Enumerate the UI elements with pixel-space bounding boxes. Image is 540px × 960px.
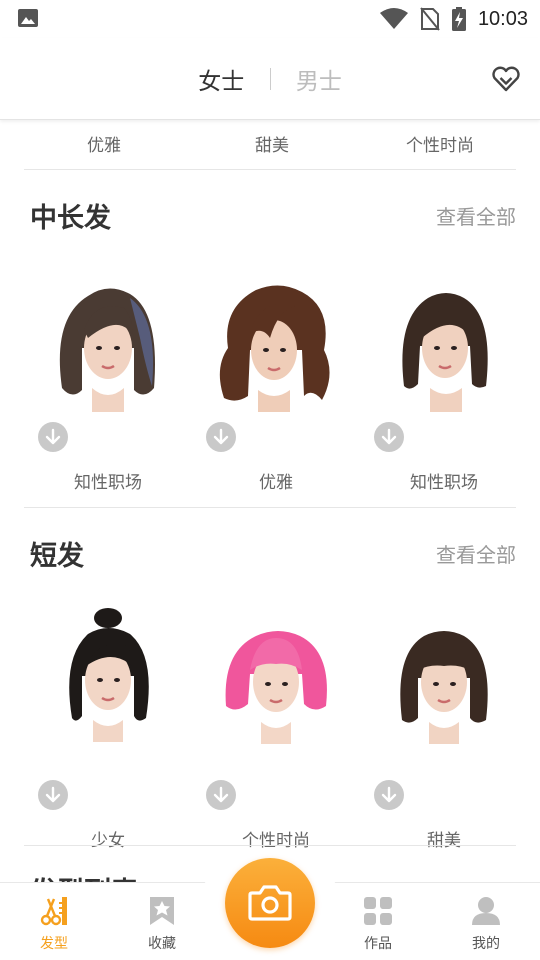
style-label[interactable]: 甜美 (192, 131, 352, 156)
hairstyle-label: 甜美 (427, 831, 461, 851)
tab-male[interactable]: 男士 (296, 62, 342, 96)
see-all-link[interactable]: 查看全部 (436, 539, 516, 568)
camera-button[interactable] (225, 858, 315, 948)
download-icon[interactable] (38, 422, 68, 452)
bookmark-icon (150, 897, 174, 925)
hairstyle-label: 知性职场 (74, 473, 142, 493)
status-bar: 10:03 (0, 0, 540, 38)
no-sim-icon (420, 7, 440, 31)
section-title: 短发 (30, 541, 84, 572)
style-label[interactable]: 个性时尚 (360, 131, 520, 156)
camera-icon (248, 885, 292, 921)
hairstyle-card[interactable]: 甜美 (360, 608, 528, 851)
hairstyle-card[interactable]: 知性职场 (360, 278, 528, 498)
hairstyle-image (69, 608, 149, 742)
section-title-partial: 发型列表 (30, 870, 138, 882)
hairstyle-image (225, 631, 327, 744)
hairstyle-image (219, 285, 330, 412)
nav-label: 我的 (472, 936, 500, 952)
hairstyle-label: 个性时尚 (242, 831, 310, 851)
nav-item-favorites[interactable]: 收藏 (122, 883, 202, 960)
see-all-link[interactable]: 查看全部 (436, 201, 516, 230)
clock-time: 10:03 (477, 7, 528, 30)
tab-female[interactable]: 女士 (198, 62, 244, 96)
nav-label: 发型 (40, 936, 68, 952)
download-icon[interactable] (374, 422, 404, 452)
tab-separator (269, 68, 271, 90)
section-title: 中长发 (30, 203, 111, 234)
nav-item-works[interactable]: 作品 (338, 883, 418, 960)
heart-icon[interactable] (492, 66, 520, 92)
style-label[interactable]: 优雅 (24, 131, 184, 156)
hairstyle-image (59, 288, 155, 412)
image-icon (18, 9, 38, 27)
hairstyle-label: 优雅 (259, 473, 293, 493)
hairstyle-label: 少女 (91, 831, 125, 851)
nav-label: 作品 (364, 936, 392, 952)
battery-charging-icon (451, 7, 466, 31)
grid-icon (364, 897, 392, 925)
hairstyle-image (402, 293, 488, 412)
hairstyle-label: 知性职场 (410, 473, 478, 493)
download-icon[interactable] (206, 422, 236, 452)
hairstyle-content[interactable]: 优雅 甜美 个性时尚 中长发 查看全部 知性职场 优雅 知性职场 短发 查看全部… (0, 120, 540, 882)
download-icon[interactable] (38, 780, 68, 810)
hairstyle-card[interactable]: 少女 (24, 608, 192, 851)
hairstyle-card[interactable]: 个性时尚 (192, 608, 360, 851)
style-label-row: 优雅 甜美 个性时尚 (24, 120, 516, 170)
app-header: 女士 男士 (0, 38, 540, 120)
section-medium-hair: 中长发 查看全部 知性职场 优雅 知性职场 (24, 170, 516, 508)
hairstyle-card[interactable]: 知性职场 (24, 278, 192, 498)
user-icon (472, 897, 500, 925)
hairstyle-icon (40, 897, 67, 926)
hairstyle-card[interactable]: 优雅 (192, 278, 360, 498)
nav-item-hairstyle[interactable]: 发型 (14, 883, 94, 960)
gender-tabs: 女士 男士 (0, 62, 540, 96)
wifi-icon (379, 8, 408, 29)
download-icon[interactable] (374, 780, 404, 810)
section-divider (24, 845, 516, 846)
nav-label: 收藏 (148, 936, 176, 952)
section-short-hair: 短发 查看全部 少女 个性时尚 甜美 (24, 508, 516, 851)
download-icon[interactable] (206, 780, 236, 810)
hairstyle-image (400, 631, 488, 744)
nav-item-profile[interactable]: 我的 (446, 883, 526, 960)
